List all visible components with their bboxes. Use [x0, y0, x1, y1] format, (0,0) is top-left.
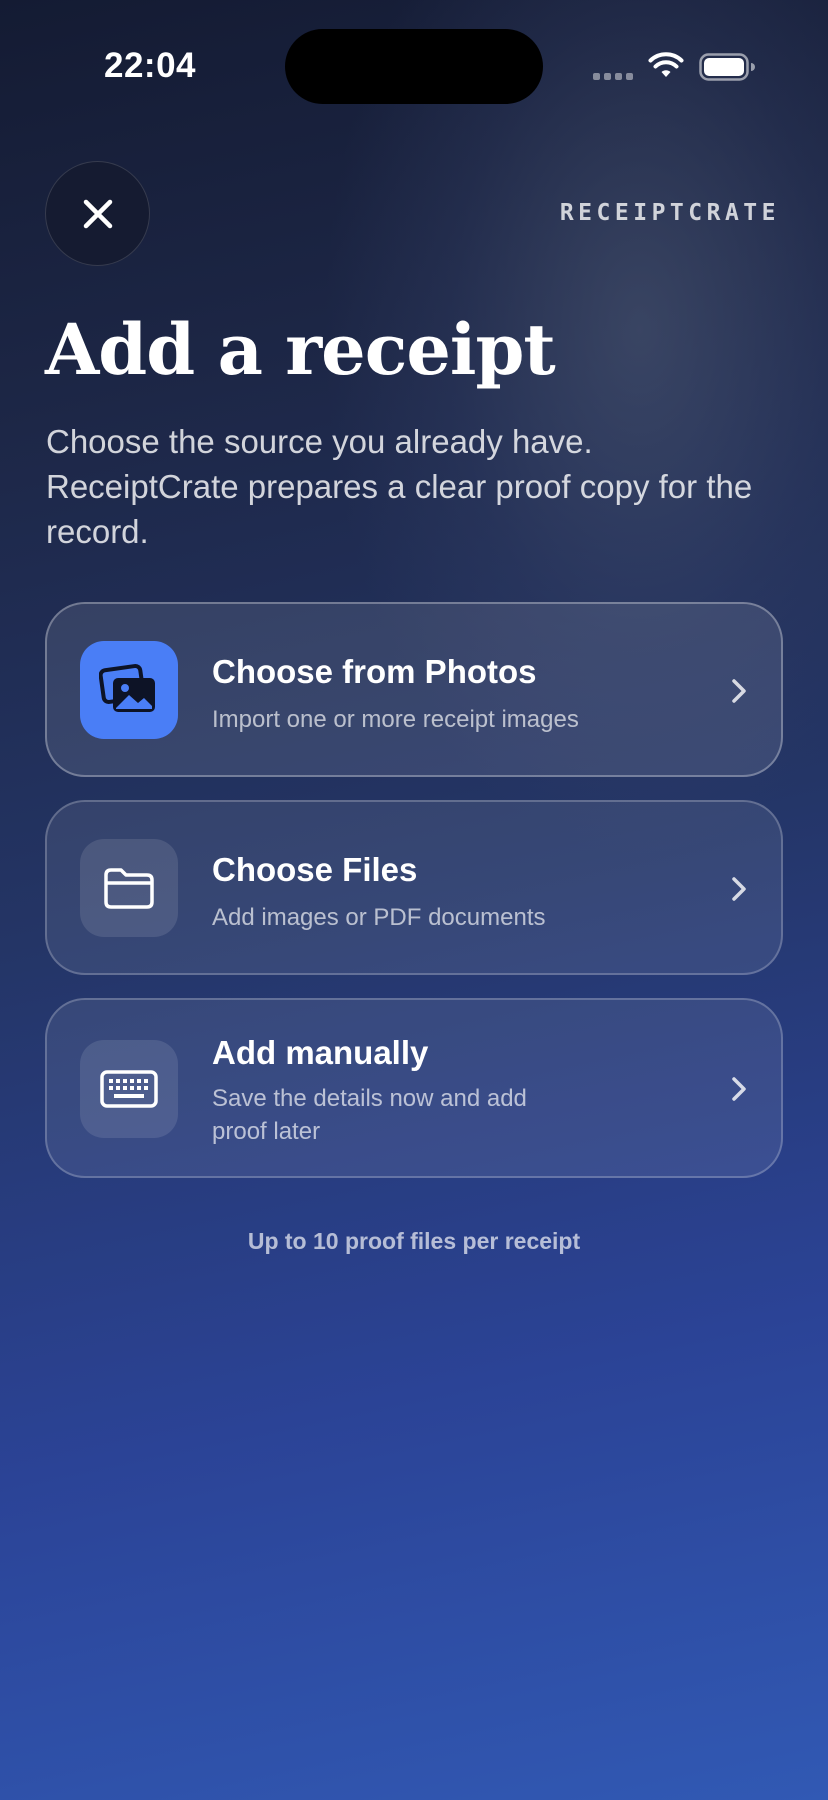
close-button[interactable] — [45, 161, 150, 266]
page-subtitle: Choose the source you already have. Rece… — [46, 423, 753, 550]
choose-files-button[interactable]: Choose Files Add images or PDF documents — [45, 800, 783, 975]
option-description: Save the details now and add proof later — [212, 1085, 527, 1145]
option-title: Choose from Photos — [212, 653, 537, 690]
footer-note: Up to 10 proof files per receipt — [247, 1228, 581, 1254]
wifi-icon — [648, 52, 684, 77]
option-description: Import one or more receipt images — [212, 706, 579, 733]
photos-icon — [80, 641, 178, 739]
add-manually-button[interactable]: Add manually Save the details now and ad… — [45, 998, 783, 1178]
brand-label: RECEIPTCRATE — [559, 200, 780, 226]
chevron-right-icon — [732, 679, 746, 703]
option-description: Add images or PDF documents — [212, 904, 546, 931]
choose-from-photos-button[interactable]: Choose from Photos Import one or more re… — [45, 602, 783, 777]
option-title: Choose Files — [212, 851, 418, 888]
dynamic-island — [285, 29, 543, 104]
page-title: Add a receipt — [45, 308, 556, 391]
chevron-right-icon — [732, 877, 746, 901]
cellular-signal-icon — [593, 73, 633, 80]
keyboard-icon — [80, 1040, 178, 1138]
close-icon — [83, 199, 112, 228]
status-time: 22:04 — [104, 46, 197, 85]
folder-icon — [80, 839, 178, 937]
battery-icon — [699, 53, 755, 81]
option-title: Add manually — [212, 1034, 429, 1071]
chevron-right-icon — [732, 1077, 746, 1101]
status-bar: 22:04 — [0, 0, 828, 130]
